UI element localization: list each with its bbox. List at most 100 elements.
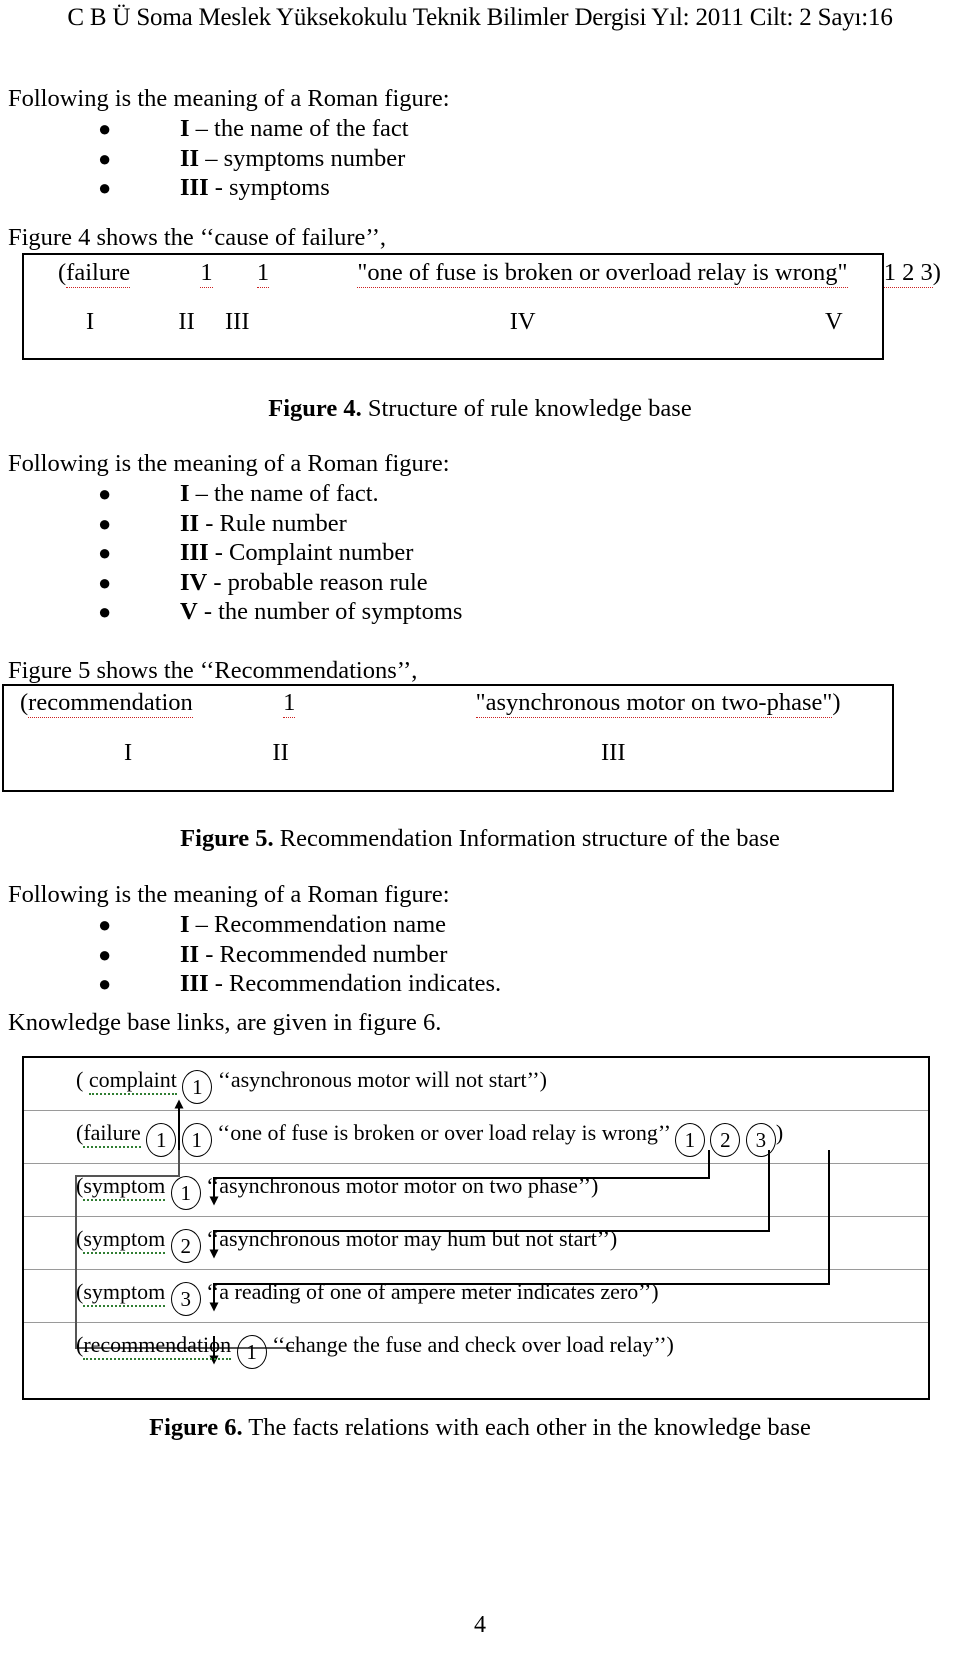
roman-description: - Rule number (199, 509, 347, 537)
diagram-rule (24, 1163, 928, 1164)
figure-5-caption-label: Figure 5. (180, 825, 274, 852)
list-item: ● V - the number of symptoms (0, 597, 462, 627)
complaint-ref-circle: 1 (181, 1123, 212, 1157)
figure-4-caption-text: Structure of rule knowledge base (361, 395, 692, 422)
fig6-lead-in-text: Knowledge base links, are given in figur… (8, 1009, 442, 1036)
close-paren: ) (832, 689, 841, 716)
figure-6-caption: Figure 6. The facts relations with each … (0, 1414, 960, 1442)
symptom-ref-circle-3: 3 (745, 1123, 776, 1157)
roman-description: - symptoms (208, 174, 330, 201)
figure-4-caption: Figure 4. Structure of rule knowledge ba… (0, 395, 960, 423)
roman-label-III: III (225, 308, 250, 335)
roman-numeral: V (180, 598, 198, 625)
fig5-roman-legend-list: ● I – the name of fact. ● II - Rule numb… (0, 479, 462, 627)
roman-numeral: III (180, 539, 209, 566)
roman-label-I: I (86, 308, 95, 335)
symptom-ref-circle-2: 2 (710, 1123, 741, 1157)
roman-label-V: V (824, 308, 843, 335)
fig5-intro-text: Following is the meaning of a Roman figu… (8, 450, 450, 477)
fact-quoted-text: ‘‘asynchronous motor may hum but not sta… (206, 1226, 610, 1251)
diagram-row-symptom-3: (symptom 3 ‘‘a reading of one of ampere … (76, 1279, 659, 1316)
list-item: ● III - Complaint number (0, 538, 462, 568)
roman-description: - Recommended number (199, 940, 448, 968)
figure-4-fact-expression: (failure 1 1 "one of fuse is broken or o… (58, 259, 941, 288)
roman-description: - probable reason rule (207, 568, 428, 596)
roman-description: - Recommendation indicates. (208, 970, 502, 997)
figure-4-caption-label: Figure 4. (268, 395, 362, 422)
fact-name: recommendation (28, 689, 193, 718)
list-item: ● IV - probable reason rule (0, 568, 462, 598)
roman-description: - the number of symptoms (197, 598, 463, 625)
figure-4-box: (failure 1 1 "one of fuse is broken or o… (22, 253, 941, 360)
fact-index-circle: 1 (146, 1123, 177, 1157)
fact-index-circle: 3 (170, 1282, 201, 1316)
fact-quoted-text: ‘‘change the fuse and check over load re… (272, 1332, 667, 1357)
fact-name: symptom (83, 1279, 166, 1307)
document-page: C B Ü Soma Meslek Yüksekokulu Teknik Bil… (0, 0, 960, 1662)
diagram-row-recommendation: (recommendation 1 ‘‘change the fuse and … (76, 1332, 674, 1369)
figure-6-caption-label: Figure 6. (149, 1414, 243, 1441)
close-paren: ) (590, 1173, 599, 1198)
bullet-icon: ● (98, 145, 112, 171)
fact-quoted-text: ‘‘one of fuse is broken or over load rel… (217, 1120, 670, 1145)
close-paren: ) (539, 1067, 547, 1092)
roman-label-I: I (124, 739, 133, 766)
diagram-rule (24, 1216, 928, 1217)
fact-name: recommendation (83, 1332, 232, 1360)
diagram-row-complaint: ( complaint 1 ‘‘asynchronous motor will … (76, 1067, 547, 1104)
fig4-lead-in-text: Figure 4 shows the ‘‘cause of failure’’, (8, 224, 387, 251)
list-item: ● II - Recommended number (0, 940, 501, 970)
roman-numeral: I (180, 911, 190, 938)
list-item: ● II – symptoms number (0, 144, 409, 174)
fact-index-circle: 1 (170, 1176, 201, 1210)
list-item: ● III - symptoms (0, 173, 409, 203)
page-number: 4 (474, 1612, 486, 1638)
fact-name: symptom (83, 1173, 166, 1201)
symptom-numbers: 1 2 3 (883, 259, 933, 288)
roman-numeral: IV (180, 568, 208, 596)
probable-reason-rule-text: "one of fuse is broken or overload relay… (357, 259, 848, 288)
diagram-rule (24, 1269, 928, 1270)
close-paren: ) (775, 1120, 784, 1145)
bullet-icon: ● (98, 599, 112, 624)
recommendation-indicates-text: "asynchronous motor on two-phase" (475, 689, 833, 718)
list-item: ● II - Rule number (0, 509, 462, 539)
bullet-icon: ● (98, 481, 112, 506)
list-item: ● I – the name of fact. (0, 479, 462, 509)
figure-6-caption-text: The facts relations with each other in t… (242, 1414, 811, 1441)
fact-quoted-text: ‘‘asynchronous motor motor on two phase’… (206, 1173, 591, 1198)
figure-5-caption-text: Recommendation Information structure of … (273, 825, 780, 852)
figure-5-box: (recommendation 1 "asynchronous motor on… (2, 684, 894, 792)
fact-name: complaint (88, 1067, 177, 1095)
fig6-intro-text: Following is the meaning of a Roman figu… (8, 881, 450, 908)
roman-numeral: II (180, 509, 200, 537)
roman-numeral: III (180, 970, 209, 997)
rule-number: 1 (200, 259, 213, 288)
complaint-number: 1 (256, 259, 270, 288)
figure-6-diagram: ( complaint 1 ‘‘asynchronous motor will … (22, 1056, 930, 1400)
list-item: ● I – Recommendation name (0, 910, 501, 940)
roman-numeral: II (180, 144, 200, 172)
open-paren: ( (58, 259, 67, 286)
roman-label-II: II (178, 308, 195, 335)
bullet-icon: ● (98, 941, 112, 967)
close-paren: ) (666, 1332, 674, 1357)
roman-label-II: II (272, 739, 289, 766)
fact-index-circle: 1 (236, 1335, 267, 1369)
bullet-icon: ● (98, 116, 112, 141)
fact-quoted-text: ‘‘asynchronous motor will not start’’ (217, 1067, 540, 1092)
roman-description: – the name of the fact (189, 115, 409, 142)
list-item: ● I – the name of the fact (0, 114, 409, 144)
diagram-row-symptom-2: (symptom 2 ‘‘asynchronous motor may hum … (76, 1226, 617, 1263)
figure-5-roman-key-row: I II III (124, 739, 625, 767)
diagram-rule (24, 1322, 928, 1323)
roman-numeral: III (180, 174, 209, 201)
roman-numeral: I (180, 115, 190, 142)
bullet-icon: ● (98, 510, 112, 536)
fig4-roman-legend-list: ● I – the name of the fact ● II – sympto… (0, 114, 409, 203)
close-paren: ) (932, 259, 941, 286)
bullet-icon: ● (98, 175, 112, 200)
fig6-roman-legend-list: ● I – Recommendation name ● II - Recomme… (0, 910, 501, 999)
fig5-lead-in-text: Figure 5 shows the ‘‘Recommendations’’, (8, 657, 418, 684)
open-paren: ( (20, 689, 29, 716)
